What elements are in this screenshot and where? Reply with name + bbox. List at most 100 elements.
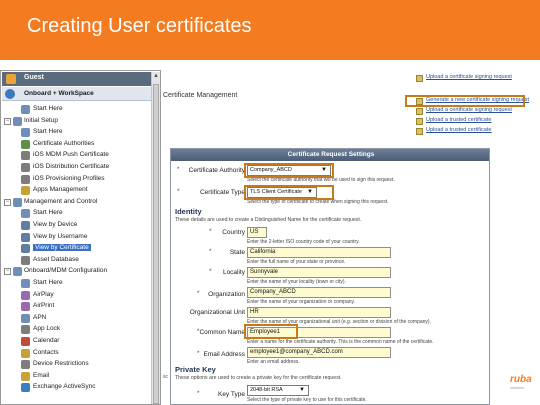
collapse-toggle-icon[interactable]: − [4, 117, 11, 125]
certificate-icon [416, 108, 423, 115]
state-label: State [229, 249, 245, 256]
chevron-down-icon: ▼ [299, 387, 305, 393]
onboard-icon [5, 89, 15, 99]
nav-item-icon [21, 337, 30, 346]
ou-input[interactable]: HR [247, 307, 391, 318]
form-title: Certificate Request Settings [171, 149, 489, 161]
nav-item-label: Start Here [33, 209, 63, 217]
nav-item-icon [21, 221, 30, 230]
nav-item-label: View by Certificate [33, 244, 91, 252]
cert-type-label: Certificate Type [199, 189, 245, 196]
nav-item-label: Start Here [33, 105, 63, 112]
required-marker: * [197, 391, 200, 397]
nav-item-icon [21, 163, 30, 172]
nav-item-label: AirPlay [33, 290, 54, 298]
required-marker: * [209, 249, 212, 255]
navigation-panel: Guest Onboard + WorkSpace Start Here − Ini… [0, 70, 161, 405]
common-name-label: Common Name [199, 329, 245, 336]
nav-item-label: Onboard/MDM Configuration [24, 267, 108, 275]
country-input[interactable]: US [247, 227, 267, 238]
nav-item-label: Calendar [33, 337, 60, 344]
country-hint: Enter the 2-letter ISO country code of y… [247, 239, 360, 245]
nav-item-label: Management and Control [24, 197, 98, 205]
nav-item-label: View by Username [33, 232, 88, 240]
highlight-box-ca [244, 163, 334, 178]
nav-guest-header[interactable]: Guest [2, 72, 151, 86]
nav-item-icon [13, 197, 22, 207]
nav-onboard-header[interactable]: Onboard + WorkSpace [2, 87, 151, 101]
slide-title: Creating User certificates [27, 15, 252, 37]
nav-item-icon [13, 116, 22, 126]
nav-item-icon [21, 371, 30, 381]
highlight-box-common-name [244, 324, 298, 339]
nav-item-label: APN [33, 313, 47, 321]
key-type-hint: Select the type of private key to use fo… [247, 397, 367, 403]
nav-item-icon [21, 186, 30, 196]
key-type-select[interactable]: 2048-bit RSA ▼ [247, 385, 309, 396]
collapse-toggle-icon[interactable]: − [4, 198, 11, 206]
collapse-toggle-icon[interactable]: − [4, 268, 11, 276]
email-hint: Enter an email address. [247, 359, 300, 365]
nav-guest-label: Guest [24, 74, 44, 81]
highlight-box-generate-csr [405, 95, 525, 107]
nav-item-label: iOS Provisioning Profiles [33, 174, 105, 182]
nav-item-label: App Lock [33, 325, 61, 333]
certificate-icon [416, 128, 423, 135]
identity-section-title: Identity [175, 207, 202, 216]
nav-item-icon [21, 383, 30, 393]
highlight-box-cert-type [244, 185, 334, 200]
nav-item-label: Asset Database [33, 255, 79, 263]
required-marker: * [197, 351, 200, 357]
required-marker: * [197, 291, 200, 297]
slide-header: Creating User certificates [0, 0, 540, 60]
nav-item-icon [21, 128, 30, 138]
guest-icon [6, 74, 16, 84]
ou-label: Organizational Unit [189, 309, 245, 316]
scroll-up-icon[interactable]: ▲ [153, 73, 159, 79]
nav-item-label: Start Here [33, 128, 63, 136]
required-marker: * [209, 269, 212, 275]
nav-scrollbar-thumb[interactable] [153, 84, 159, 404]
organization-hint: Enter the name of your organization or c… [247, 299, 356, 305]
required-marker: * [177, 167, 180, 173]
nav-onboard-label: Onboard + WorkSpace [24, 90, 94, 97]
nav-item-icon [21, 255, 30, 265]
nav-item-icon [21, 139, 30, 149]
brand-logo: ruba [510, 374, 532, 385]
key-type-label: Key Type [218, 391, 245, 398]
locality-label: Locality [222, 269, 245, 276]
organization-input[interactable]: Company_ABCD [247, 287, 391, 298]
nav-item-icon [13, 267, 22, 277]
nav-item-icon [21, 232, 30, 242]
ca-label: Certificate Authority [188, 167, 245, 174]
email-label: Email Address [203, 351, 245, 358]
nav-item-label: iOS Distribution Certificate [33, 163, 110, 170]
locality-input[interactable]: Sunnyvale [247, 267, 391, 278]
email-input[interactable]: employee1@company_ABCD.com [247, 347, 391, 358]
locality-hint: Enter the name of your locality (town or… [247, 279, 346, 285]
nav-item-icon [21, 244, 30, 254]
nav-item-icon [21, 174, 30, 184]
certificate-icon [416, 118, 423, 125]
nav-item-label: Exchange ActiveSync [33, 383, 96, 391]
nav-item-icon [21, 302, 30, 312]
nav-item-icon [21, 151, 30, 161]
common-name-hint: Enter a name for the certificate authori… [247, 339, 434, 345]
state-input[interactable]: California [247, 247, 391, 258]
nav-item-icon [21, 279, 30, 288]
nav-item-icon [21, 290, 30, 300]
nav-item-label: iOS MDM Push Certificate [33, 151, 109, 159]
identity-section-desc: These details are used to create a Disti… [175, 217, 362, 223]
certificate-request-form: Certificate Request Settings * Certifica… [170, 148, 490, 405]
breadcrumb: Certificate Management [163, 92, 238, 99]
nav-item-label: View by Device [33, 221, 78, 228]
private-key-section-desc: These options are used to create a priva… [175, 375, 342, 381]
nav-item-label: Initial Setup [24, 116, 58, 124]
nav-item-icon [21, 360, 30, 370]
country-label: Country [222, 229, 245, 236]
nav-item-label: Device Restrictions [33, 360, 89, 368]
brand-subtitle: networks [510, 386, 525, 390]
state-hint: Enter the full name of your state or pro… [247, 259, 346, 265]
nav-scrollbar[interactable]: ▲ [151, 72, 160, 404]
organization-label: Organization [208, 291, 245, 298]
